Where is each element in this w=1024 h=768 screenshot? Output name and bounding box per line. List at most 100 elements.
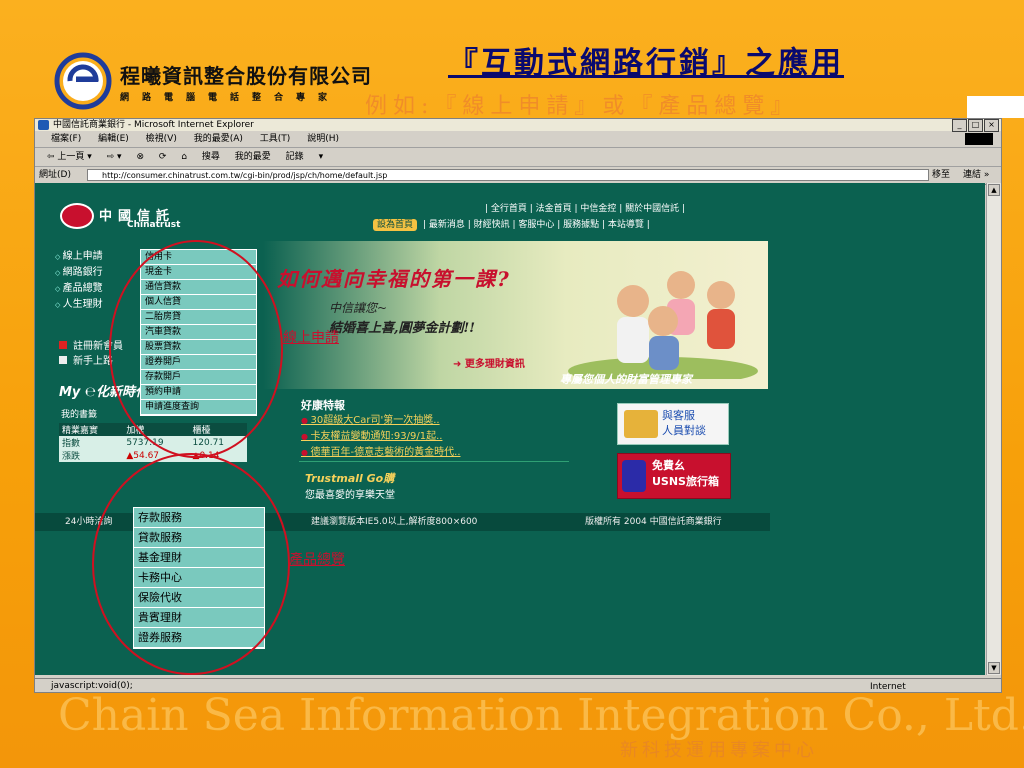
browser-menubar: 檔案(F) 編輯(E) 檢視(V) 我的最愛(A) 工具(T) 說明(H) [35, 131, 1001, 148]
promo-heading: 好康特報 [301, 399, 345, 412]
mail-dropdown[interactable]: ▾ [319, 152, 324, 162]
stop-icon[interactable]: ⊗ [136, 152, 144, 162]
slide-subtitle: 例如:『線上申請』或『產品總覽』 [365, 94, 799, 119]
more-finance-link[interactable]: ➜ 更多理財資訊 [453, 355, 525, 370]
annotation-products: 產品總覽 [289, 552, 345, 568]
windows-logo-icon [965, 133, 993, 145]
forward-button[interactable]: ⇨ ▾ [107, 152, 122, 162]
dropdown-item-credit-card[interactable]: 信用卡 [141, 250, 256, 265]
company-logo-icon [54, 52, 112, 110]
banner-caption: 專屬您個人的財富管理專家 [560, 373, 692, 386]
page-content: 中國信託 Chinatrust | 全行首頁 | 法金首頁 | 中信金控 | 關… [35, 183, 985, 675]
menu-view[interactable]: 檢視(V) [146, 134, 177, 144]
register-link[interactable]: 註冊新會員 [59, 339, 123, 354]
favorites-button[interactable]: 我的最愛 [235, 152, 271, 162]
address-input[interactable]: http://consumer.chinatrust.com.tw/cgi-bi… [87, 169, 929, 181]
address-label: 網址(D) [39, 170, 71, 180]
usns-line-1: 免費幺 [652, 459, 685, 472]
usns-line-2: USNS旅行箱 [652, 475, 719, 488]
chat-icon [624, 410, 658, 438]
vertical-scrollbar[interactable]: ▲ ▼ [986, 183, 1001, 675]
dropdown-item-car-loan[interactable]: 汽車貸款 [141, 325, 256, 340]
dropdown-item-fund[interactable]: 基金理財 [134, 548, 264, 568]
scroll-up-icon[interactable]: ▲ [988, 184, 1000, 196]
dropdown-item-stock-loan[interactable]: 股票貸款 [141, 340, 256, 355]
footer-hotline[interactable]: 24小時洽詢 [65, 513, 112, 531]
promo-link-2[interactable]: 卡友權益變動通知:93/9/1起.. [301, 429, 461, 445]
promo-list: 30超級大Car司'第一次抽獎.. 卡友權益變動通知:93/9/1起.. 德華百… [301, 413, 461, 461]
table-cell: ▲54.67 [123, 449, 190, 462]
dropdown-item-mail-loan[interactable]: 通信貸款 [141, 280, 256, 295]
bookmark-link[interactable]: 我的書籤 [61, 407, 97, 420]
department-name: 新科技運用專案中心 [620, 740, 818, 761]
dropdown-item-deposit[interactable]: 存款服務 [134, 508, 264, 528]
annotation-online-apply: 線上申請 [283, 330, 339, 346]
browser-titlebar: 中國信託商業銀行 - Microsoft Internet Explorer _… [35, 119, 1001, 132]
top-nav-secondary: 設為首頁 | 最新消息 | 財經快訊 | 客服中心 | 服務據點 | 本站導覽 | [373, 217, 650, 231]
stock-header-cell: 櫃檯 [189, 423, 247, 436]
menu-file[interactable]: 檔案(F) [51, 134, 81, 144]
divider [299, 461, 569, 462]
scroll-down-icon[interactable]: ▼ [988, 662, 1000, 674]
dropdown-item-personal-loan[interactable]: 個人信貸 [141, 295, 256, 310]
dropdown-item-securities[interactable]: 證券服務 [134, 628, 264, 648]
menu-help[interactable]: 說明(H) [307, 134, 339, 144]
home-icon[interactable]: ⌂ [181, 152, 187, 162]
promo-link-3[interactable]: 德華百年-德意志藝術的黃金時代.. [301, 445, 461, 461]
banner-text-2: 結婚喜上喜,圓夢金計劃!! [329, 321, 475, 336]
newbie-icon [59, 356, 67, 364]
top-nav-primary[interactable]: | 全行首頁 | 法金首頁 | 中信金控 | 關於中國信託 | [485, 201, 685, 214]
dropdown-item-progress[interactable]: 申請進度查詢 [141, 400, 256, 415]
dropdown-item-second-mortgage[interactable]: 二胎房貸 [141, 310, 256, 325]
dropdown-item-card-center[interactable]: 卡務中心 [134, 568, 264, 588]
dropdown-item-cash-card[interactable]: 現金卡 [141, 265, 256, 280]
links-button[interactable]: 連結 » [963, 167, 989, 184]
history-button[interactable]: 記錄 [286, 152, 304, 162]
banner-headline: 如何邁向幸福的第一課? [277, 267, 511, 291]
browser-window: 中國信託商業銀行 - Microsoft Internet Explorer _… [34, 118, 1002, 693]
refresh-icon[interactable]: ⟳ [159, 152, 167, 162]
promo-link-1[interactable]: 30超級大Car司'第一次抽獎.. [301, 413, 461, 429]
left-menu-finance[interactable]: 人生理財 [55, 297, 103, 313]
search-button[interactable]: 搜尋 [202, 152, 220, 162]
left-menu-online-apply[interactable]: 線上申請 [55, 249, 103, 265]
left-menu-ebanking[interactable]: 網路銀行 [55, 265, 103, 281]
company-name: 程曦資訊整合股份有限公司 [120, 64, 372, 88]
trustmall-ad[interactable]: Trustmall Go購 您最喜愛的享樂天堂 [305, 470, 395, 501]
stock-header-cell: 精業嘉實 [59, 423, 124, 436]
newbie-link[interactable]: 新手上路 [59, 354, 123, 369]
table-row: 指數 5737.19 120.71 [59, 436, 247, 449]
chinatrust-logo-icon[interactable] [60, 203, 94, 229]
menu-tools[interactable]: 工具(T) [260, 134, 291, 144]
go-button[interactable]: 移至 [932, 167, 950, 184]
company-watermark: Chain Sea Information Integration Co., L… [58, 690, 1024, 741]
set-homepage-button[interactable]: 設為首頁 [373, 219, 418, 231]
menu-edit[interactable]: 編輯(E) [98, 134, 129, 144]
menu-favorites[interactable]: 我的最愛(A) [194, 134, 243, 144]
promo-banner[interactable]: 如何邁向幸福的第一課? 中信讓您~ 結婚喜上喜,圓夢金計劃!! ➜ 更多理財資訊 [263, 241, 768, 389]
slide-title: 『互動式網路行銷』之應用 [448, 46, 844, 81]
left-menu-products[interactable]: 產品總覽 [55, 281, 103, 297]
register-icon [59, 341, 67, 349]
register-label: 註冊新會員 [73, 341, 123, 352]
customer-service-label: 與客服 人員對談 [662, 408, 706, 438]
dropdown-item-vip[interactable]: 貴賓理財 [134, 608, 264, 628]
dropdown-item-appointment[interactable]: 預約申請 [141, 385, 256, 400]
dropdown-item-deposit-account[interactable]: 存款開戶 [141, 370, 256, 385]
table-cell: 指數 [59, 436, 124, 449]
cs-line-2: 人員對談 [662, 424, 706, 437]
dropdown-item-loan[interactable]: 貸款服務 [134, 528, 264, 548]
luggage-icon [622, 460, 646, 492]
back-button[interactable]: ⇦ 上一頁 ▾ [47, 152, 92, 162]
customer-service-button[interactable]: 與客服 人員對談 [617, 403, 729, 445]
table-cell: 漲跌 [59, 449, 124, 462]
top-nav-links[interactable]: | 最新消息 | 財經快訊 | 客服中心 | 服務據點 | 本站導覽 | [423, 220, 650, 230]
table-cell: 5737.19 [123, 436, 190, 449]
member-links: 註冊新會員 新手上路 [59, 339, 123, 369]
dropdown-item-securities-account[interactable]: 證券開戶 [141, 355, 256, 370]
dropdown-item-insurance[interactable]: 保險代收 [134, 588, 264, 608]
table-cell: 120.71 [189, 436, 247, 449]
footer-copyright: 版權所有 2004 中國信託商業銀行 [585, 517, 722, 527]
trustmall-tagline: 您最喜愛的享樂天堂 [305, 490, 395, 501]
usns-ad[interactable]: 免費幺 USNS旅行箱 [617, 453, 731, 499]
